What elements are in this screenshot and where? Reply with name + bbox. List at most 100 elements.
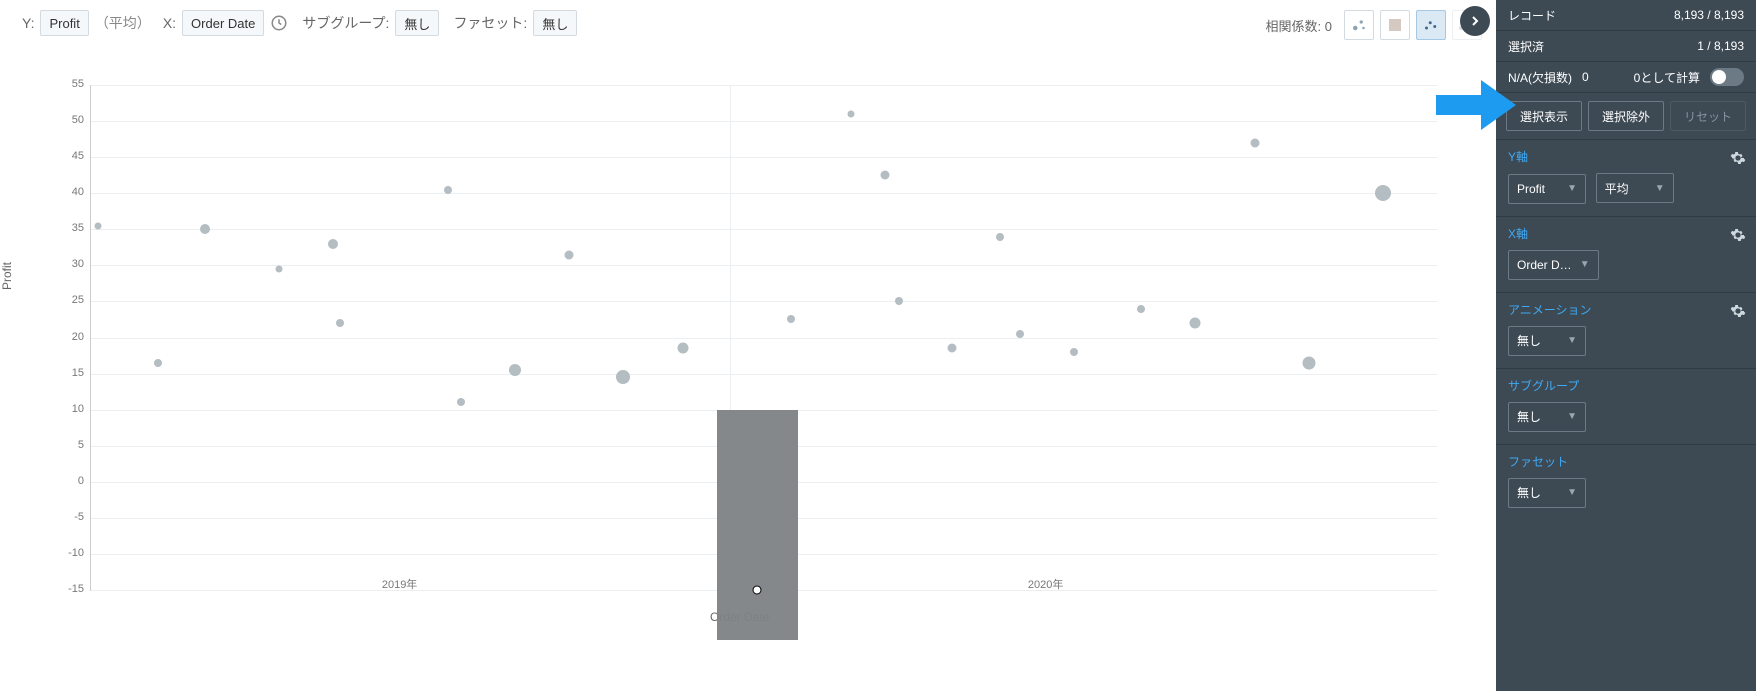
records-value: 8,193 / 8,193 <box>1674 8 1744 22</box>
y-variable-select[interactable]: Profit▼ <box>1508 174 1586 204</box>
chevron-down-icon: ▼ <box>1567 335 1577 346</box>
gridline <box>91 265 1437 266</box>
facet-section-title: ファセット <box>1508 453 1744 470</box>
chart-type-toolbar: 相関係数: 0 <box>1266 10 1482 40</box>
y-prefix: Y: <box>22 15 34 31</box>
subgroup-section-title: サブグループ <box>1508 377 1744 394</box>
data-point[interactable] <box>848 110 855 117</box>
subgroup-select[interactable]: 無し▼ <box>1508 402 1586 432</box>
data-point[interactable] <box>895 297 903 305</box>
facet-select[interactable]: 無し▼ <box>1508 478 1586 508</box>
selected-label: 選択済 <box>1508 38 1544 55</box>
main-panel: Y: Profit （平均） X: Order Date サブグループ: 無し … <box>0 0 1496 691</box>
y-tick-label: 25 <box>44 294 84 306</box>
gear-icon[interactable] <box>1730 150 1746 166</box>
chevron-down-icon: ▼ <box>1567 487 1577 498</box>
animation-select[interactable]: 無し▼ <box>1508 326 1586 356</box>
y-tick-label: 10 <box>44 403 84 415</box>
chart-area: Profit Order Date -15-10-505101520253035… <box>0 50 1496 680</box>
data-point[interactable] <box>1251 138 1260 147</box>
na-zero-toggle[interactable] <box>1710 68 1744 86</box>
gear-icon[interactable] <box>1730 227 1746 243</box>
data-point[interactable] <box>509 364 521 376</box>
y-tick-label: -5 <box>44 511 84 523</box>
data-point[interactable] <box>444 186 452 194</box>
gridline <box>91 157 1437 158</box>
gear-icon[interactable] <box>1730 303 1746 319</box>
x-variable[interactable]: Order Date <box>182 10 264 36</box>
chart-type-scatter-button[interactable] <box>1416 10 1446 40</box>
data-point[interactable] <box>1016 330 1024 338</box>
data-point[interactable] <box>328 239 338 249</box>
data-point[interactable] <box>457 398 465 406</box>
data-point[interactable] <box>1189 318 1200 329</box>
y-tick-label: -10 <box>44 547 84 559</box>
y-aggregation-select[interactable]: 平均▼ <box>1596 173 1674 203</box>
data-point[interactable] <box>154 359 162 367</box>
subgroup-value[interactable]: 無し <box>395 10 439 36</box>
gridline <box>91 301 1437 302</box>
x-axis-section: X軸 Order D…▼ <box>1496 217 1756 293</box>
data-point[interactable] <box>276 265 283 272</box>
y-tick-label: 35 <box>44 222 84 234</box>
data-point[interactable] <box>1375 185 1391 201</box>
y-axis-section-title: Y軸 <box>1508 148 1744 165</box>
chevron-down-icon: ▼ <box>1655 183 1665 194</box>
data-point[interactable] <box>787 315 795 323</box>
gridline <box>91 338 1437 339</box>
data-point[interactable] <box>948 344 957 353</box>
data-point[interactable] <box>564 250 573 259</box>
clock-icon <box>270 14 288 32</box>
reset-selection-button[interactable]: リセット <box>1670 101 1746 131</box>
chevron-down-icon: ▼ <box>1567 411 1577 422</box>
na-label: N/A(欠損数) <box>1508 69 1572 86</box>
data-point[interactable] <box>678 343 689 354</box>
y-axis-title: Profit <box>0 262 14 290</box>
y-tick-label: 30 <box>44 258 84 270</box>
data-point[interactable] <box>94 222 101 229</box>
y-variable[interactable]: Profit <box>40 10 88 36</box>
gridline <box>91 374 1437 375</box>
correlation-label: 相関係数: 0 <box>1266 16 1332 35</box>
y-tick-label: 40 <box>44 186 84 198</box>
chart-type-heatmap-button[interactable] <box>1380 10 1410 40</box>
control-panel: レコード 8,193 / 8,193 選択済 1 / 8,193 N/A(欠損数… <box>1496 0 1756 691</box>
subgroup-label: サブグループ: <box>302 13 389 33</box>
gridline <box>91 193 1437 194</box>
selected-row: 選択済 1 / 8,193 <box>1496 31 1756 62</box>
data-point[interactable] <box>336 319 344 327</box>
na-zero-label: 0として計算 <box>1599 69 1700 86</box>
data-point[interactable] <box>881 171 890 180</box>
data-point[interactable] <box>1137 305 1145 313</box>
scatter-plot[interactable] <box>90 85 1437 591</box>
data-point[interactable] <box>200 224 210 234</box>
selected-point[interactable] <box>753 586 762 595</box>
facet-value[interactable]: 無し <box>533 10 577 36</box>
exclude-selection-button[interactable]: 選択除外 <box>1588 101 1664 131</box>
gridline <box>91 85 1437 86</box>
y-axis-section: Y軸 Profit▼ 平均▼ <box>1496 140 1756 217</box>
subgroup-section: サブグループ 無し▼ <box>1496 369 1756 445</box>
show-selection-button[interactable]: 選択表示 <box>1506 101 1582 131</box>
selection-rectangle[interactable] <box>717 410 798 640</box>
facet-label: ファセット: <box>453 13 527 33</box>
records-row: レコード 8,193 / 8,193 <box>1496 0 1756 31</box>
x-tick-label: 2019年 <box>382 576 417 592</box>
data-point[interactable] <box>1303 356 1316 369</box>
x-tick-label: 2020年 <box>1028 576 1063 592</box>
data-point[interactable] <box>616 370 630 384</box>
chart-config-bar: Y: Profit （平均） X: Order Date サブグループ: 無し … <box>22 10 577 36</box>
y-tick-label: 5 <box>44 439 84 451</box>
data-point[interactable] <box>996 233 1004 241</box>
facet-section: ファセット 無し▼ <box>1496 445 1756 520</box>
na-count: 0 <box>1582 70 1589 84</box>
panel-collapse-button[interactable] <box>1460 6 1490 36</box>
chart-type-bubble-button[interactable] <box>1344 10 1374 40</box>
y-tick-label: 55 <box>44 78 84 90</box>
animation-section: アニメーション 無し▼ <box>1496 293 1756 369</box>
x-variable-select[interactable]: Order D…▼ <box>1508 250 1599 280</box>
y-tick-label: 15 <box>44 367 84 379</box>
data-point[interactable] <box>1070 348 1078 356</box>
callout-arrow-icon <box>1436 80 1506 130</box>
x-axis-section-title: X軸 <box>1508 225 1744 242</box>
